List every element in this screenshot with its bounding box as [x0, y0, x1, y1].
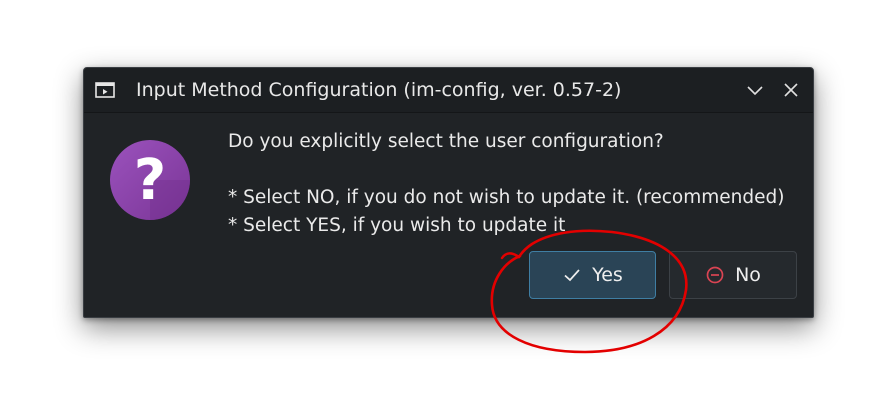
close-icon[interactable]: [781, 80, 801, 100]
question-icon: ?: [110, 140, 190, 220]
yes-button[interactable]: Yes: [529, 251, 656, 299]
window-app-icon: [95, 82, 115, 98]
dialog-line-yes: * Select YES, if you wish to update it: [228, 215, 566, 236]
no-entry-icon: [706, 266, 724, 284]
dialog-line-no: * Select NO, if you do not wish to updat…: [228, 187, 785, 208]
window-title: Input Method Configuration (im-config, v…: [136, 79, 622, 101]
screenshot-stage: Input Method Configuration (im-config, v…: [0, 0, 896, 415]
chevron-down-icon[interactable]: [745, 80, 765, 100]
dialog-question: Do you explicitly select the user config…: [228, 131, 664, 152]
dialog-window: Input Method Configuration (im-config, v…: [83, 67, 814, 318]
title-bar[interactable]: Input Method Configuration (im-config, v…: [84, 68, 813, 113]
yes-button-label: Yes: [592, 264, 623, 286]
svg-text:?: ?: [134, 148, 166, 213]
no-button-label: No: [735, 264, 761, 286]
no-button[interactable]: No: [669, 251, 797, 299]
checkmark-icon: [564, 269, 580, 282]
